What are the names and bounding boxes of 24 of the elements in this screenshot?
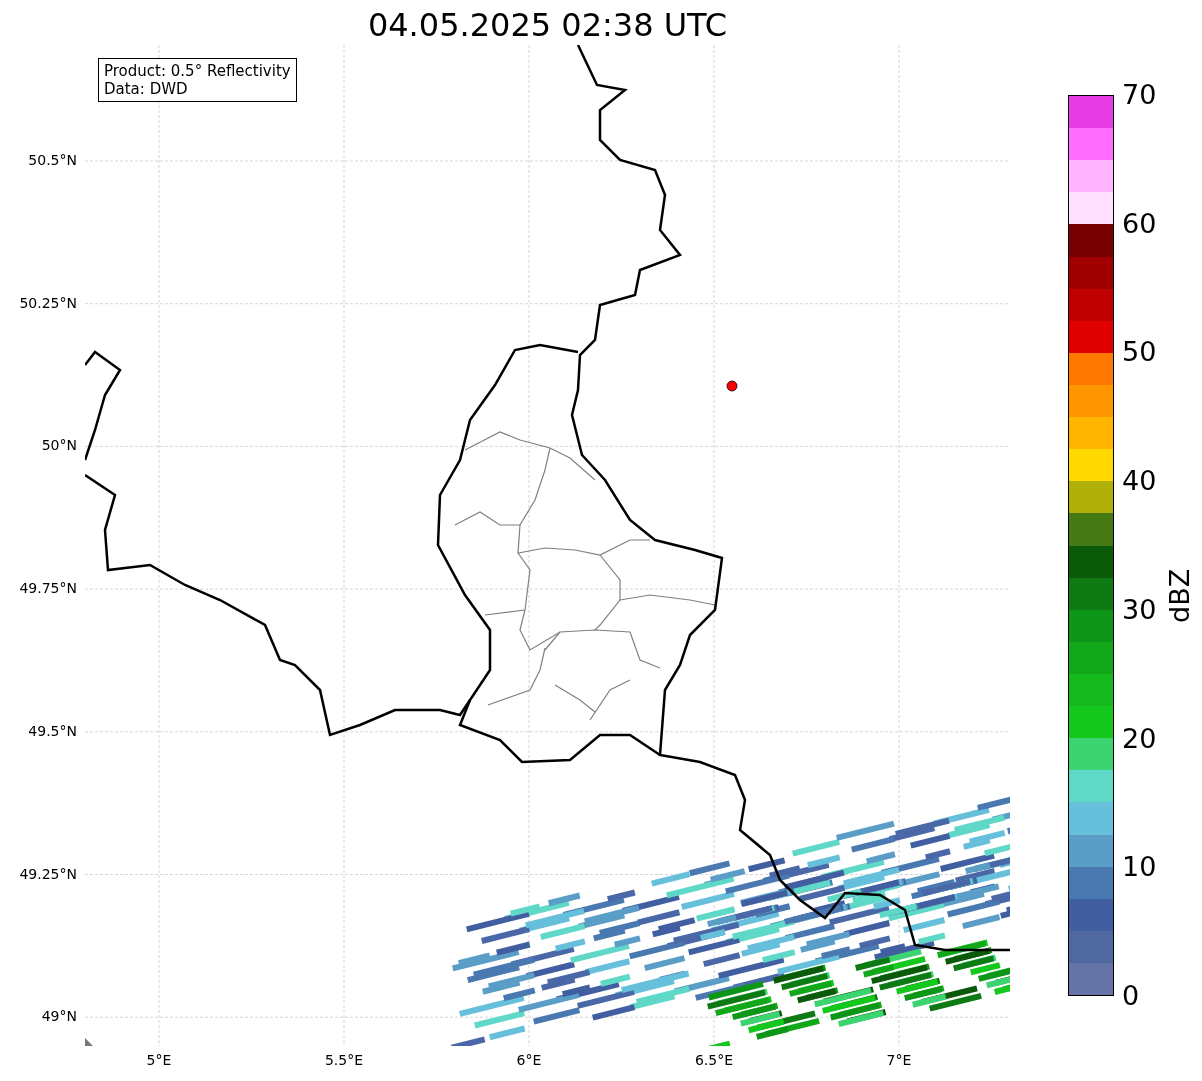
info-text: Data: DWD bbox=[104, 80, 189, 98]
latitude-label: 49.25°N bbox=[19, 865, 77, 882]
latitude-label: 50°N bbox=[41, 437, 77, 454]
latitude-label: 49°N bbox=[41, 1008, 77, 1025]
colorbar-tick-label: 30 bbox=[1122, 593, 1157, 626]
colorbar-tick-label: 50 bbox=[1122, 336, 1157, 369]
colorbar-tick-label: 40 bbox=[1122, 465, 1157, 498]
colorbar-tick-label: 60 bbox=[1122, 207, 1157, 240]
longitude-label: 7°E bbox=[886, 1052, 912, 1068]
latitude-label: 50.25°N bbox=[19, 294, 77, 311]
info-text: Product: 0.5° Reflectivity bbox=[104, 62, 291, 80]
latitude-label: 49.75°N bbox=[19, 580, 77, 597]
colorbar-tick-label: 20 bbox=[1122, 722, 1157, 755]
latitude-label: 50.5°N bbox=[28, 152, 77, 168]
longitude-label: 5.5°E bbox=[324, 1052, 364, 1068]
colorbar-label: dBZ bbox=[1164, 568, 1195, 623]
colorbar-tick-label: 70 bbox=[1122, 79, 1157, 111]
longitude-label: 5°E bbox=[146, 1052, 172, 1068]
colorbar-tick-label: 0 bbox=[1122, 980, 1140, 1012]
longitude-label: 6°E bbox=[516, 1052, 542, 1068]
latitude-label: 49.5°N bbox=[28, 722, 77, 739]
colorbar-tick-label: 10 bbox=[1122, 851, 1157, 884]
chart-title: 04.05.2025 02:38 UTC bbox=[367, 5, 728, 45]
longitude-label: 6.5°E bbox=[694, 1052, 734, 1068]
